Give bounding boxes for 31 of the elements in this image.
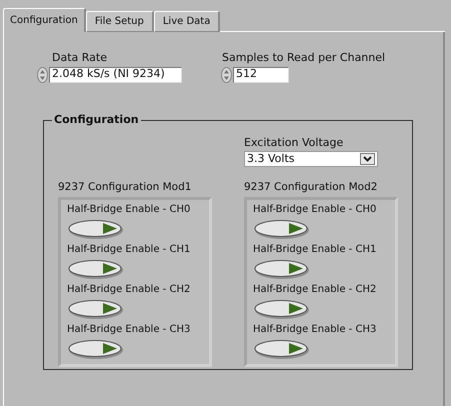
switch-label: Half-Bridge Enable - CH1 — [67, 242, 192, 256]
data-rate-field[interactable]: 2.048 kS/s (NI 9234) — [49, 66, 182, 82]
toggle-switch[interactable] — [67, 258, 125, 280]
samples-field[interactable]: 512 — [233, 66, 289, 82]
toggle-switch[interactable] — [253, 218, 311, 240]
switch-label: Half-Bridge Enable - CH0 — [67, 202, 192, 216]
switch-label: Half-Bridge Enable - CH3 — [67, 322, 192, 336]
tab[interactable]: Configuration — [3, 8, 86, 32]
spinner-icon[interactable] — [37, 66, 48, 82]
chevron-down-icon — [360, 153, 375, 165]
switch-label: Half-Bridge Enable - CH2 — [253, 282, 378, 296]
toggle-switch[interactable] — [253, 258, 311, 280]
module-title: 9237 Configuration Mod1 — [58, 180, 192, 195]
excitation-dropdown[interactable]: 3.3 Volts — [244, 151, 378, 167]
switch-label: Half-Bridge Enable - CH3 — [253, 322, 378, 336]
spinner-icon[interactable] — [221, 66, 232, 82]
toggle-switch[interactable] — [67, 218, 125, 240]
tab[interactable]: File Setup — [86, 11, 154, 32]
group-title: Configuration — [52, 112, 141, 126]
module-title: 9237 Configuration Mod2 — [244, 180, 378, 195]
samples-label: Samples to Read per Channel — [222, 50, 386, 66]
switch-label: Half-Bridge Enable - CH0 — [253, 202, 378, 216]
excitation-label: Excitation Voltage — [244, 134, 344, 150]
switch-label: Half-Bridge Enable - CH2 — [67, 282, 192, 296]
data-rate-label: Data Rate — [52, 50, 108, 66]
toggle-switch[interactable] — [67, 338, 125, 360]
toggle-switch[interactable] — [253, 338, 311, 360]
switch-label: Half-Bridge Enable - CH1 — [253, 242, 378, 256]
tab[interactable]: Live Data — [154, 11, 220, 32]
toggle-switch[interactable] — [67, 298, 125, 320]
toggle-switch[interactable] — [253, 298, 311, 320]
